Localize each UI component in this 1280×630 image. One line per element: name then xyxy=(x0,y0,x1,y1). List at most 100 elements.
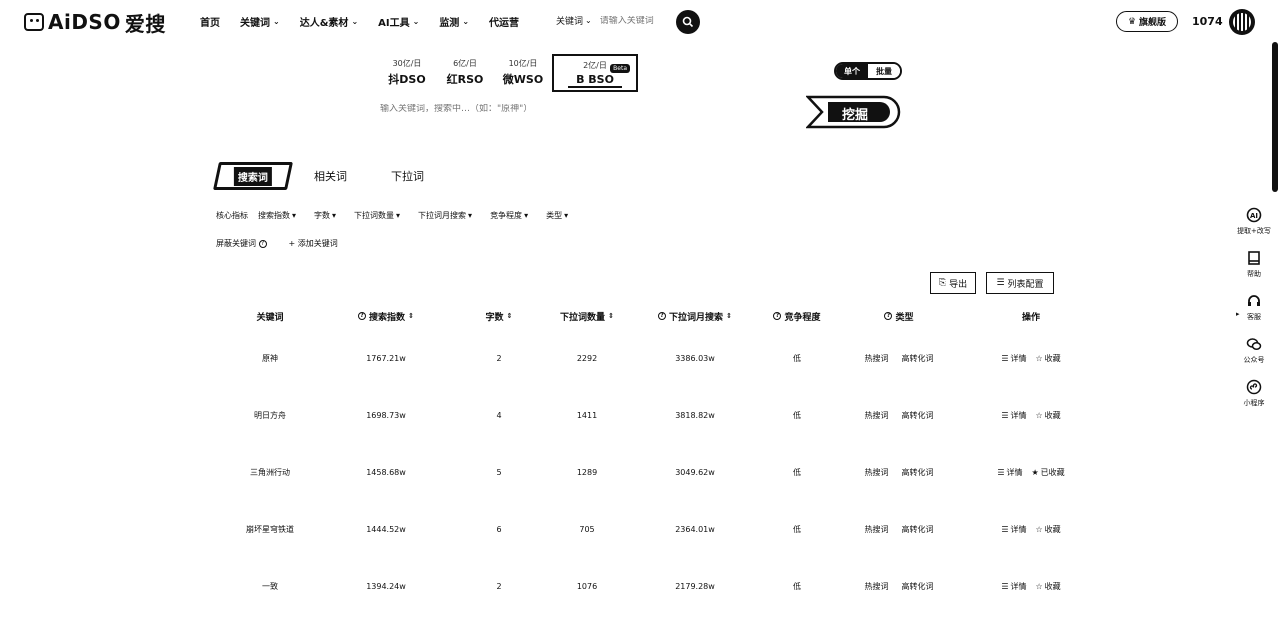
detail-button[interactable]: ☰ 详情 xyxy=(1001,410,1026,421)
sidebar-item-support[interactable]: 客服 xyxy=(1234,292,1274,322)
tag-hot[interactable]: 热搜词 xyxy=(865,410,889,421)
filter-chars[interactable]: 字数 ▾ xyxy=(314,210,336,221)
dig-button[interactable]: 挖掘 xyxy=(805,94,902,130)
filter-keywords-label: 屏蔽关键词 ? xyxy=(216,238,267,249)
header-label: 关键词 xyxy=(256,312,284,323)
favorite-button[interactable]: ☆ 收藏 xyxy=(1036,353,1061,364)
nav-item-monitor[interactable]: 监测 ⌄ xyxy=(439,14,469,29)
mode-batch-button[interactable]: 批量 xyxy=(868,64,900,78)
export-button[interactable]: ⎘ 导出 xyxy=(930,272,976,294)
table-row: 原神 1767.21w 2 2292 3386.03w 低 热搜词 高转化词 ☰ 详… xyxy=(212,330,1088,387)
question-icon[interactable]: ? xyxy=(258,239,267,248)
question-icon: ? xyxy=(773,312,782,320)
table-row: 明日方舟 1698.73w 4 1411 3818.82w 低 热搜词 高转化词 … xyxy=(212,387,1088,444)
cell-chars: 2 xyxy=(496,354,502,363)
list-icon: ☰ xyxy=(1001,582,1009,591)
nav-item-creators[interactable]: 达人&素材 ⌄ xyxy=(300,14,358,29)
tag-hot[interactable]: 热搜词 xyxy=(865,353,889,364)
filter-search-index[interactable]: 搜索指数 ▾ xyxy=(258,210,296,221)
engine-tab-dso[interactable]: 30亿/日 抖DSO xyxy=(378,54,436,92)
engine-name: 微WSO xyxy=(502,73,544,86)
favorite-button[interactable]: ☆ 收藏 xyxy=(1036,524,1061,535)
tab-dropdown-words[interactable]: 下拉词 xyxy=(391,168,424,184)
cell-dropdown-count: 1076 xyxy=(576,582,598,591)
crown-icon: ♛ xyxy=(1127,16,1137,27)
star-outline-icon: ☆ xyxy=(1035,411,1043,420)
engine-tab-bso[interactable]: Beta 2亿/日 B BSO xyxy=(552,54,638,92)
chevron-down-icon: ⌄ xyxy=(351,17,359,26)
list-icon: ☰ xyxy=(1001,525,1009,534)
detail-button[interactable]: ☰ 详情 xyxy=(1001,581,1026,592)
header-monthly[interactable]: ? 下拉词月搜索 ⇕ xyxy=(620,310,770,323)
cell-dropdown-count: 1289 xyxy=(576,468,598,477)
filter-competition[interactable]: 竞争程度 ▾ xyxy=(490,210,528,221)
scrollbar[interactable] xyxy=(1272,42,1278,192)
tag-hot[interactable]: 热搜词 xyxy=(865,581,889,592)
top-search-button[interactable] xyxy=(676,10,700,34)
tab-related-words[interactable]: 相关词 xyxy=(314,168,347,184)
cell-search-index: 1394.24w xyxy=(366,582,406,591)
favorite-button[interactable]: ☆ 收藏 xyxy=(1036,581,1061,592)
favorite-button[interactable]: ☆ 收藏 xyxy=(1036,410,1061,421)
keyword-table: 关键词 ? 搜索指数 ⇕ 字数 ⇕ 下拉词数量 ⇕ ? 下拉词月搜索 ⇕ ? 竞争程度 ? 类型… xyxy=(212,302,1088,615)
vip-button[interactable]: ♛ 旗舰版 xyxy=(1116,11,1178,32)
tag-convert[interactable]: 高转化词 xyxy=(902,353,934,364)
favorite-button[interactable]: ★ 已收藏 xyxy=(1032,467,1065,478)
tag-hot[interactable]: 热搜词 xyxy=(865,467,889,478)
sidebar-item-ai-rewrite[interactable]: AI 提取+改写 xyxy=(1234,206,1274,236)
sort-icon: ⇕ xyxy=(608,312,614,320)
headset-icon xyxy=(1245,292,1263,310)
detail-button[interactable]: ☰ 详情 xyxy=(1001,524,1026,535)
filter-monthly[interactable]: 下拉词月搜索 ▾ xyxy=(418,210,472,221)
book-icon xyxy=(1245,249,1263,267)
nav-item-ai-tools[interactable]: AI工具 ⌄ xyxy=(378,14,419,29)
tag-convert[interactable]: 高转化词 xyxy=(902,467,934,478)
favorite-label: 收藏 xyxy=(1044,525,1061,534)
question-icon: ? xyxy=(658,312,667,320)
tag-convert[interactable]: 高转化词 xyxy=(902,581,934,592)
detail-label: 详情 xyxy=(1010,582,1027,591)
detail-button[interactable]: ☰ 详情 xyxy=(1001,353,1026,364)
search-scope-label: 关键词 xyxy=(556,17,584,27)
detail-button[interactable]: ☰ 详情 xyxy=(997,467,1022,478)
search-scope-select[interactable]: 关键词 ⌄ xyxy=(556,14,592,27)
engine-tab-rso[interactable]: 6亿/日 红RSO xyxy=(436,54,494,92)
tag-convert[interactable]: 高转化词 xyxy=(902,410,934,421)
favorite-label: 收藏 xyxy=(1044,411,1061,420)
sidebar-item-label: 公众号 xyxy=(1243,356,1265,364)
nav-item-home[interactable]: 首页 xyxy=(200,14,220,29)
filter-type[interactable]: 类型 ▾ xyxy=(546,210,568,221)
avatar[interactable] xyxy=(1229,9,1255,35)
filter-item-label: 搜索指数 xyxy=(258,211,290,220)
header-label: 竞争程度 xyxy=(784,312,821,323)
sidebar-item-official-account[interactable]: 公众号 xyxy=(1234,335,1274,365)
cell-actions: ☰ 详情 ☆ 收藏 xyxy=(974,353,1088,364)
header-chars[interactable]: 字数 ⇕ xyxy=(444,310,554,323)
chevron-down-icon: ▾ xyxy=(396,211,401,220)
column-config-button[interactable]: ☰ 列表配置 xyxy=(986,272,1054,294)
sidebar-item-mini-program[interactable]: 小程序 xyxy=(1234,378,1274,408)
add-keyword-button[interactable]: + 添加关键词 xyxy=(289,238,338,249)
top-search-input[interactable] xyxy=(599,15,670,26)
cell-chars: 4 xyxy=(496,411,502,420)
tag-convert[interactable]: 高转化词 xyxy=(902,524,934,535)
mode-single-button[interactable]: 单个 xyxy=(836,64,868,78)
header-search-index[interactable]: ? 搜索指数 ⇕ xyxy=(328,310,444,323)
engine-tab-wso[interactable]: 10亿/日 微WSO xyxy=(494,54,552,92)
cell-search-index: 1698.73w xyxy=(366,411,406,420)
tag-hot[interactable]: 热搜词 xyxy=(865,524,889,535)
nav-item-keywords[interactable]: 关键词 ⌄ xyxy=(240,14,280,29)
tab-label: 搜索词 xyxy=(234,166,272,186)
sidebar-collapse-icon[interactable]: ▸ xyxy=(1236,310,1240,318)
dig-button-label: 挖掘 xyxy=(842,108,869,123)
sidebar-item-label: 提取+改写 xyxy=(1237,227,1271,235)
main-search-input[interactable] xyxy=(380,104,780,114)
filter-dropdown-count[interactable]: 下拉词数量 ▾ xyxy=(354,210,400,221)
header-label: 操作 xyxy=(1021,312,1040,323)
sidebar-item-help[interactable]: 帮助 xyxy=(1234,249,1274,279)
engine-daily: 10亿/日 xyxy=(508,59,538,68)
tab-search-words[interactable]: 搜索词 xyxy=(213,162,293,190)
logo[interactable]: AiDSO 爱搜 xyxy=(24,10,166,36)
header-dropdown-count[interactable]: 下拉词数量 ⇕ xyxy=(554,310,620,323)
nav-item-agency[interactable]: 代运营 xyxy=(489,14,519,29)
